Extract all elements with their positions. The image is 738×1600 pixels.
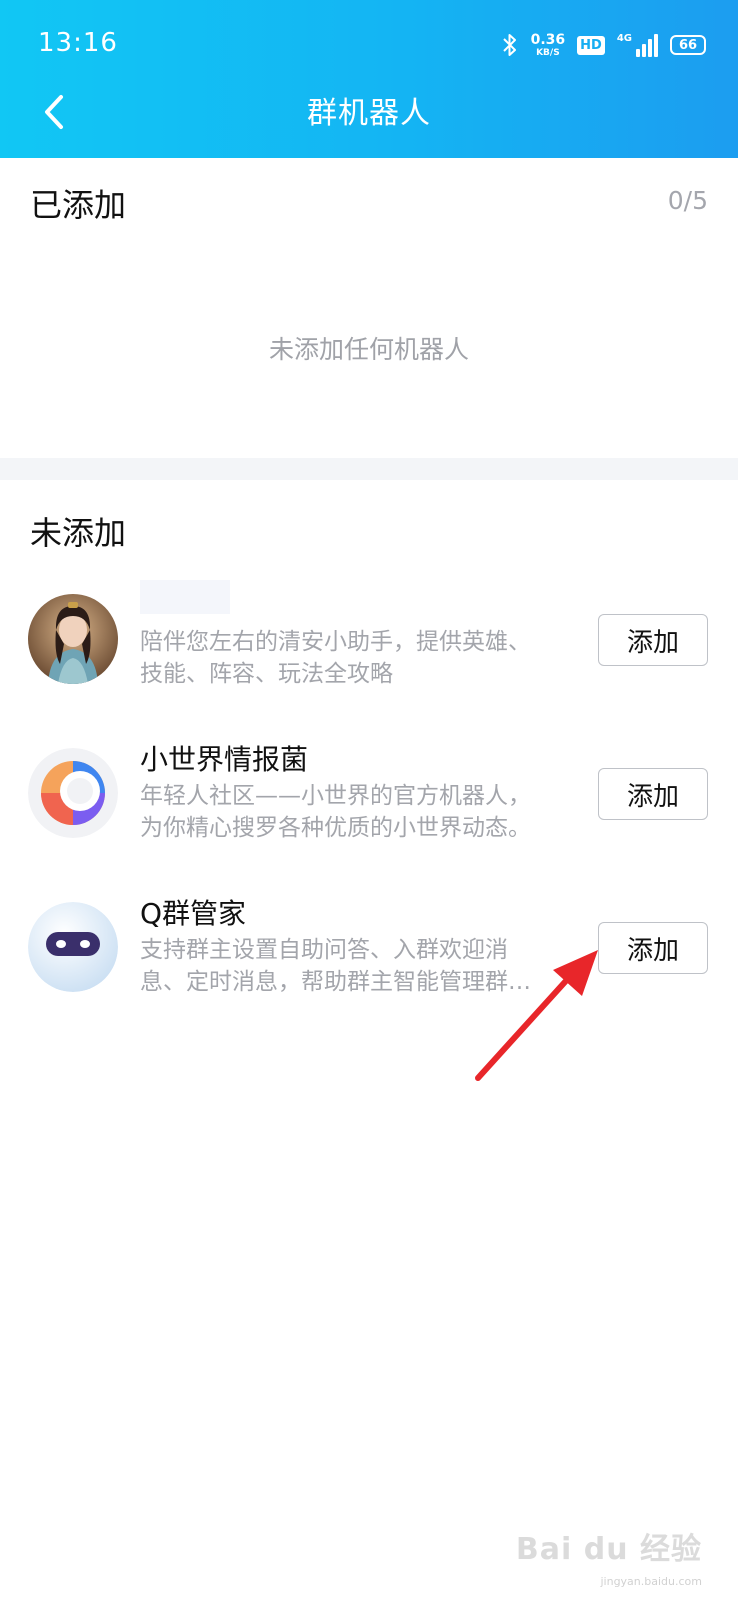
- net-speed: 0.36 KB/S: [530, 31, 566, 58]
- signal-icon: 4G: [617, 33, 658, 57]
- add-bot-button[interactable]: 添加: [598, 922, 708, 974]
- bot-description: 年轻人社区——小世界的官方机器人， 为你精心搜罗各种优质的小世界动态。: [140, 783, 531, 841]
- watermark-url: jingyan.baidu.com: [600, 1575, 702, 1588]
- section-divider: [0, 458, 738, 480]
- watermark-text: Bai du 经验: [515, 1532, 702, 1567]
- bot-avatar: [28, 748, 118, 838]
- app-header: 13:16 0.36 KB/S HD 4G 66 群机器人: [0, 0, 738, 158]
- bot-avatar: [28, 594, 118, 684]
- hd-icon: HD: [577, 35, 605, 55]
- battery-level: 66: [678, 37, 698, 53]
- added-section-title: 已添加: [30, 186, 127, 224]
- bot-avatar: [28, 902, 118, 992]
- battery-icon: 66: [670, 35, 706, 55]
- added-count: 0/5: [667, 186, 708, 215]
- bot-name: [140, 580, 230, 614]
- add-bot-button[interactable]: 添加: [598, 614, 708, 666]
- status-time: 13:16: [38, 28, 118, 58]
- add-bot-button[interactable]: 添加: [598, 768, 708, 820]
- bot-name: Q群管家: [140, 897, 247, 930]
- bot-list-item: Q群管家 支持群主设置自助问答、入群欢迎消 息、定时消息，帮助群主智能管理群… …: [0, 882, 738, 1012]
- bluetooth-icon: [502, 34, 516, 56]
- bot-list-item: 陪伴您左右的清安小助手，提供英雄、 技能、阵容、玩法全攻略 添加: [0, 574, 738, 704]
- status-bar: 13:16 0.36 KB/S HD 4G 66: [0, 0, 738, 90]
- bot-list-item: 小世界情报菌 年轻人社区——小世界的官方机器人， 为你精心搜罗各种优质的小世界动…: [0, 728, 738, 858]
- bot-description: 支持群主设置自助问答、入群欢迎消 息、定时消息，帮助群主智能管理群…: [140, 937, 531, 995]
- not-added-section: 未添加 陪伴您左右的清安小助手，提供英雄、 技能、阵容、玩法全攻略 添加 小世界…: [0, 480, 738, 1600]
- bot-description: 陪伴您左右的清安小助手，提供英雄、 技能、阵容、玩法全攻略: [140, 629, 531, 687]
- nav-bar: 群机器人: [0, 82, 738, 142]
- not-added-section-title: 未添加: [30, 514, 127, 552]
- empty-state-text: 未添加任何机器人: [268, 335, 469, 364]
- bot-name: 小世界情报菌: [140, 743, 309, 776]
- page-title: 群机器人: [307, 96, 431, 131]
- added-section: 已添加 0/5 未添加任何机器人: [0, 158, 738, 458]
- status-icons: 0.36 KB/S HD 4G 66: [501, 30, 706, 60]
